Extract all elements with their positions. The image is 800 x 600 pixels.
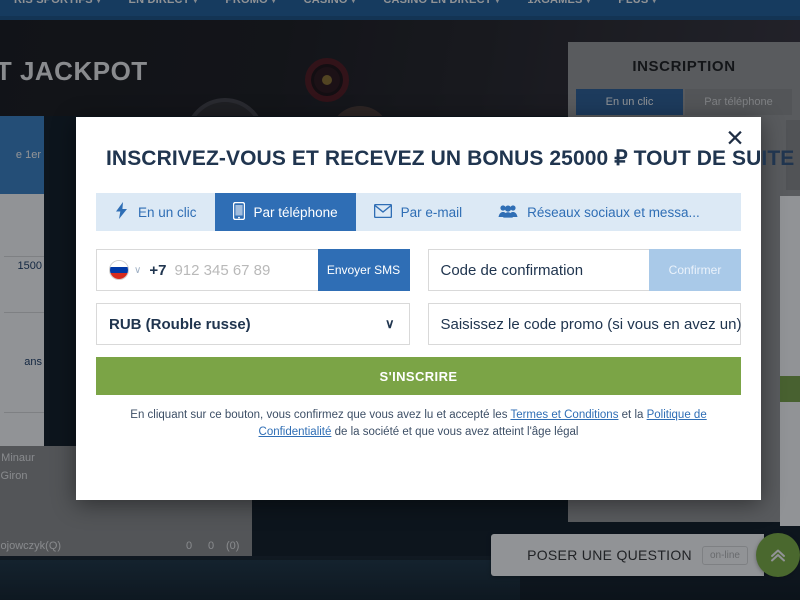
- registration-form: ∨ +7 912 345 67 89 Envoyer SMS Code de c…: [76, 231, 761, 441]
- confirmation-code-input[interactable]: Code de confirmation: [427, 249, 649, 291]
- currency-field-group: RUB (Rouble russe) ∨: [96, 303, 410, 345]
- phone-icon: [232, 201, 245, 223]
- envelope-icon: [373, 203, 392, 221]
- send-sms-button[interactable]: Envoyer SMS: [317, 249, 410, 291]
- phone-input[interactable]: ∨ +7 912 345 67 89: [96, 249, 318, 291]
- tab-by-phone[interactable]: Par téléphone: [214, 193, 356, 231]
- tab-by-phone-label: Par téléphone: [253, 204, 338, 220]
- currency-select[interactable]: RUB (Rouble russe) ∨: [96, 303, 410, 345]
- currency-select-value: RUB (Rouble russe): [109, 315, 251, 333]
- bolt-icon: [114, 202, 129, 222]
- tab-social-networks[interactable]: Réseaux sociaux et messa...: [480, 193, 741, 231]
- chevron-down-icon: ∨: [384, 316, 395, 331]
- people-icon: [498, 204, 518, 221]
- country-chevron-down-icon[interactable]: ∨: [134, 265, 141, 276]
- legal-text-part-3: de la société et que vous avez atteint l…: [331, 426, 579, 438]
- promo-code-input[interactable]: Saisissez le code promo (si vous en avez…: [427, 303, 742, 345]
- tab-one-click-label: En un clic: [138, 204, 197, 220]
- confirm-button[interactable]: Confirmer: [649, 249, 741, 291]
- form-row-currency-promo: RUB (Rouble russe) ∨ Saisissez le code p…: [96, 303, 741, 345]
- legal-text-part-2: et la: [618, 409, 647, 421]
- legal-text-part-1: En cliquant sur ce bouton, vous confirme…: [130, 409, 511, 421]
- phone-field-group: ∨ +7 912 345 67 89 Envoyer SMS: [96, 249, 410, 291]
- confirmation-code-placeholder: Code de confirmation: [440, 261, 584, 279]
- phone-input-placeholder: 912 345 67 89: [174, 261, 271, 279]
- registration-method-tabs: En un clic Par téléphone Par e-mail Rése…: [96, 193, 741, 231]
- legal-disclaimer: En cliquant sur ce bouton, vous confirme…: [96, 395, 741, 441]
- tab-by-email[interactable]: Par e-mail: [356, 193, 481, 231]
- tab-social-networks-label: Réseaux sociaux et messa...: [527, 204, 700, 220]
- close-icon[interactable]: ✕: [723, 126, 747, 150]
- tab-one-click[interactable]: En un clic: [96, 193, 215, 231]
- tab-by-email-label: Par e-mail: [400, 204, 463, 220]
- screenshot-root: ET JACKPOT INSCRIPTION En un clic Par té…: [0, 0, 800, 600]
- register-submit-button[interactable]: S'INSCRIRE: [96, 357, 741, 395]
- modal-title: INSCRIVEZ-VOUS ET RECEVEZ UN BONUS 25000…: [106, 147, 800, 170]
- russia-flag-icon: [109, 260, 129, 280]
- form-row-phone: ∨ +7 912 345 67 89 Envoyer SMS Code de c…: [96, 249, 741, 291]
- confirmation-field-group: Code de confirmation Confirmer: [427, 249, 741, 291]
- country-code: +7: [149, 261, 167, 279]
- registration-modal: ✕ INSCRIVEZ-VOUS ET RECEVEZ UN BONUS 250…: [76, 117, 800, 500]
- promo-code-placeholder: Saisissez le code promo (si vous en avez…: [440, 315, 742, 333]
- promo-field-group: Saisissez le code promo (si vous en avez…: [427, 303, 742, 345]
- terms-and-conditions-link[interactable]: Termes et Conditions: [510, 409, 618, 421]
